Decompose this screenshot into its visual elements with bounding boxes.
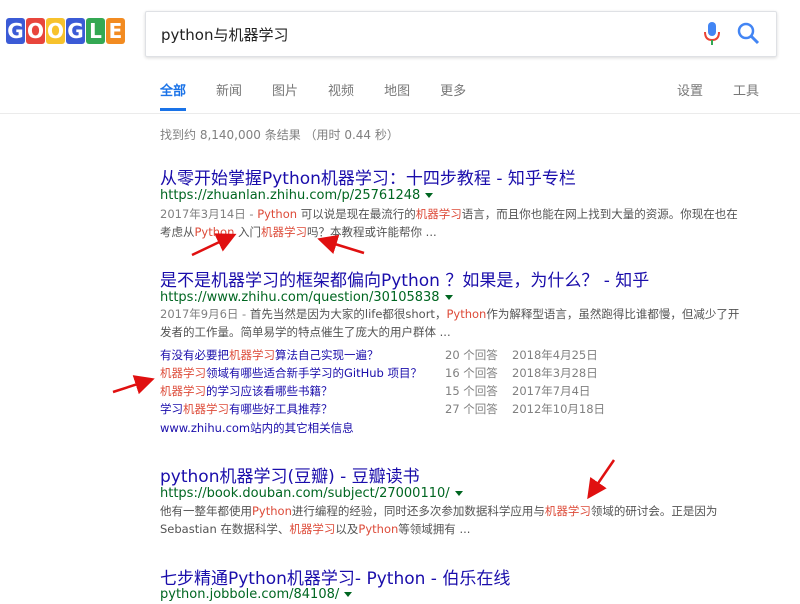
answer-count: 27 个回答 [445, 402, 498, 416]
snippet-text: 可以说是现在最流行的 [297, 207, 416, 221]
related-question[interactable]: 机器学习领域有哪些适合新手学习的GitHub 项目？ [160, 364, 422, 382]
question-date: 2017年7月4日 [512, 384, 591, 398]
answer-count: 20 个回答 [445, 348, 498, 362]
logo-letter: E [106, 18, 125, 44]
result-url[interactable]: python.jobbole.com/84108/ [160, 587, 353, 602]
result-url-text[interactable]: https://book.douban.com/subject/27000110… [160, 486, 450, 501]
tab-maps[interactable]: 地图 [384, 80, 410, 111]
logo-letter: L [86, 18, 105, 44]
related-question[interactable]: 有没有必要把机器学习算法自己实现一遍？ [160, 346, 379, 364]
question-date: 2018年4月25日 [512, 348, 598, 362]
keyword-highlight: Python [257, 207, 298, 221]
keyword-highlight: Python [358, 522, 399, 536]
result-url-text[interactable]: python.jobbole.com/84108/ [160, 587, 339, 602]
snippet-text: 他有一整年都使用 [160, 504, 252, 518]
result-title[interactable]: 七步精通Python机器学习- Python - 伯乐在线 [160, 564, 510, 589]
snippet-text: 进行编程的经验，同时还多次参加数据科学应用与 [291, 504, 545, 518]
logo-letter: G [6, 18, 25, 44]
result-url-text[interactable]: https://zhuanlan.zhihu.com/p/25761248 [160, 188, 420, 203]
result-title[interactable]: 从零开始掌握Python机器学习：十四步教程 - 知乎专栏 [160, 164, 576, 189]
arrow-annotation [112, 375, 155, 395]
logo-letter: O [26, 18, 45, 44]
answer-count: 16 个回答 [445, 366, 498, 380]
snippet-date: 2017年3月14日 - [160, 207, 258, 221]
result-snippet: 2017年9月6日 - 首先当然是因为大家的life都很short，Python… [160, 305, 740, 341]
settings-link[interactable]: 设置 [677, 80, 703, 99]
keyword-highlight: Python [252, 504, 292, 518]
header: GOOGLE python与机器学习 全部 新闻 图片 视频 地图 更多 设置 … [0, 0, 800, 114]
search-tabs: 全部 新闻 图片 视频 地图 更多 [160, 80, 496, 111]
result-snippet: 2017年3月14日 - Python 可以说是现在最流行的机器学习语言，而且你… [160, 205, 740, 241]
site-more-link[interactable]: www.zhihu.com站内的其它相关信息 [160, 420, 354, 436]
keyword-highlight: Python [194, 225, 235, 239]
arrow-annotation [587, 459, 616, 500]
url-dropdown-icon[interactable] [444, 295, 453, 300]
result-url[interactable]: https://book.douban.com/subject/27000110… [160, 486, 463, 501]
keyword-highlight: 机器学习 [289, 522, 336, 536]
result-url[interactable]: https://zhuanlan.zhihu.com/p/25761248 [160, 188, 434, 203]
result-title[interactable]: 是不是机器学习的框架都偏向Python ？如果是，为什么？ - 知乎 [160, 266, 649, 291]
tab-videos[interactable]: 视频 [328, 80, 354, 111]
keyword-highlight: 机器学习 [261, 225, 308, 239]
snippet-text: 吗？本教程或许能帮你 ... [307, 225, 437, 239]
url-dropdown-icon[interactable] [454, 491, 463, 496]
result-stats: 找到约 8,140,000 条结果 （用时 0.44 秒） [160, 128, 399, 142]
related-question[interactable]: 学习机器学习有哪些好工具推荐？ [160, 400, 333, 418]
tab-all[interactable]: 全部 [160, 80, 187, 111]
logo-letter: O [46, 18, 65, 44]
url-dropdown-icon[interactable] [425, 193, 434, 198]
snippet-text: 等领域拥有 ... [398, 522, 471, 536]
google-logo[interactable]: GOOGLE [6, 18, 126, 44]
tab-news[interactable]: 新闻 [216, 80, 242, 111]
result-url[interactable]: https://www.zhihu.com/question/30105838 [160, 290, 453, 305]
search-input[interactable]: python与机器学习 [161, 24, 288, 45]
result-title[interactable]: python机器学习(豆瓣) - 豆瓣读书 [160, 462, 420, 487]
related-question[interactable]: 机器学习的学习应该看哪些书籍？ [160, 382, 333, 400]
microphone-icon[interactable] [701, 21, 723, 47]
tools-link[interactable]: 工具 [733, 80, 759, 99]
keyword-highlight: Python [446, 307, 487, 321]
arrow-annotation [317, 234, 365, 255]
snippet-text: 以及 [335, 522, 359, 536]
snippet-text: 首先当然是因为大家的life都很short， [249, 307, 447, 321]
result-url-text[interactable]: https://www.zhihu.com/question/30105838 [160, 290, 440, 305]
tab-images[interactable]: 图片 [272, 80, 298, 111]
search-box[interactable]: python与机器学习 [145, 11, 777, 57]
keyword-highlight: 机器学习 [415, 207, 462, 221]
keyword-highlight: 机器学习 [544, 504, 591, 518]
search-icon[interactable] [736, 21, 762, 47]
tab-more[interactable]: 更多 [440, 80, 466, 111]
snippet-text: 入门 [234, 225, 262, 239]
logo-letter: G [66, 18, 85, 44]
url-dropdown-icon[interactable] [344, 592, 353, 597]
question-date: 2018年3月28日 [512, 366, 598, 380]
result-snippet: 他有一整年都使用Python进行编程的经验，同时还多次参加数据科学应用与机器学习… [160, 502, 740, 538]
answer-count: 15 个回答 [445, 384, 498, 398]
tools-bar: 设置 工具 [647, 80, 759, 99]
question-date: 2012年10月18日 [512, 402, 606, 416]
snippet-date: 2017年9月6日 - [160, 307, 250, 321]
